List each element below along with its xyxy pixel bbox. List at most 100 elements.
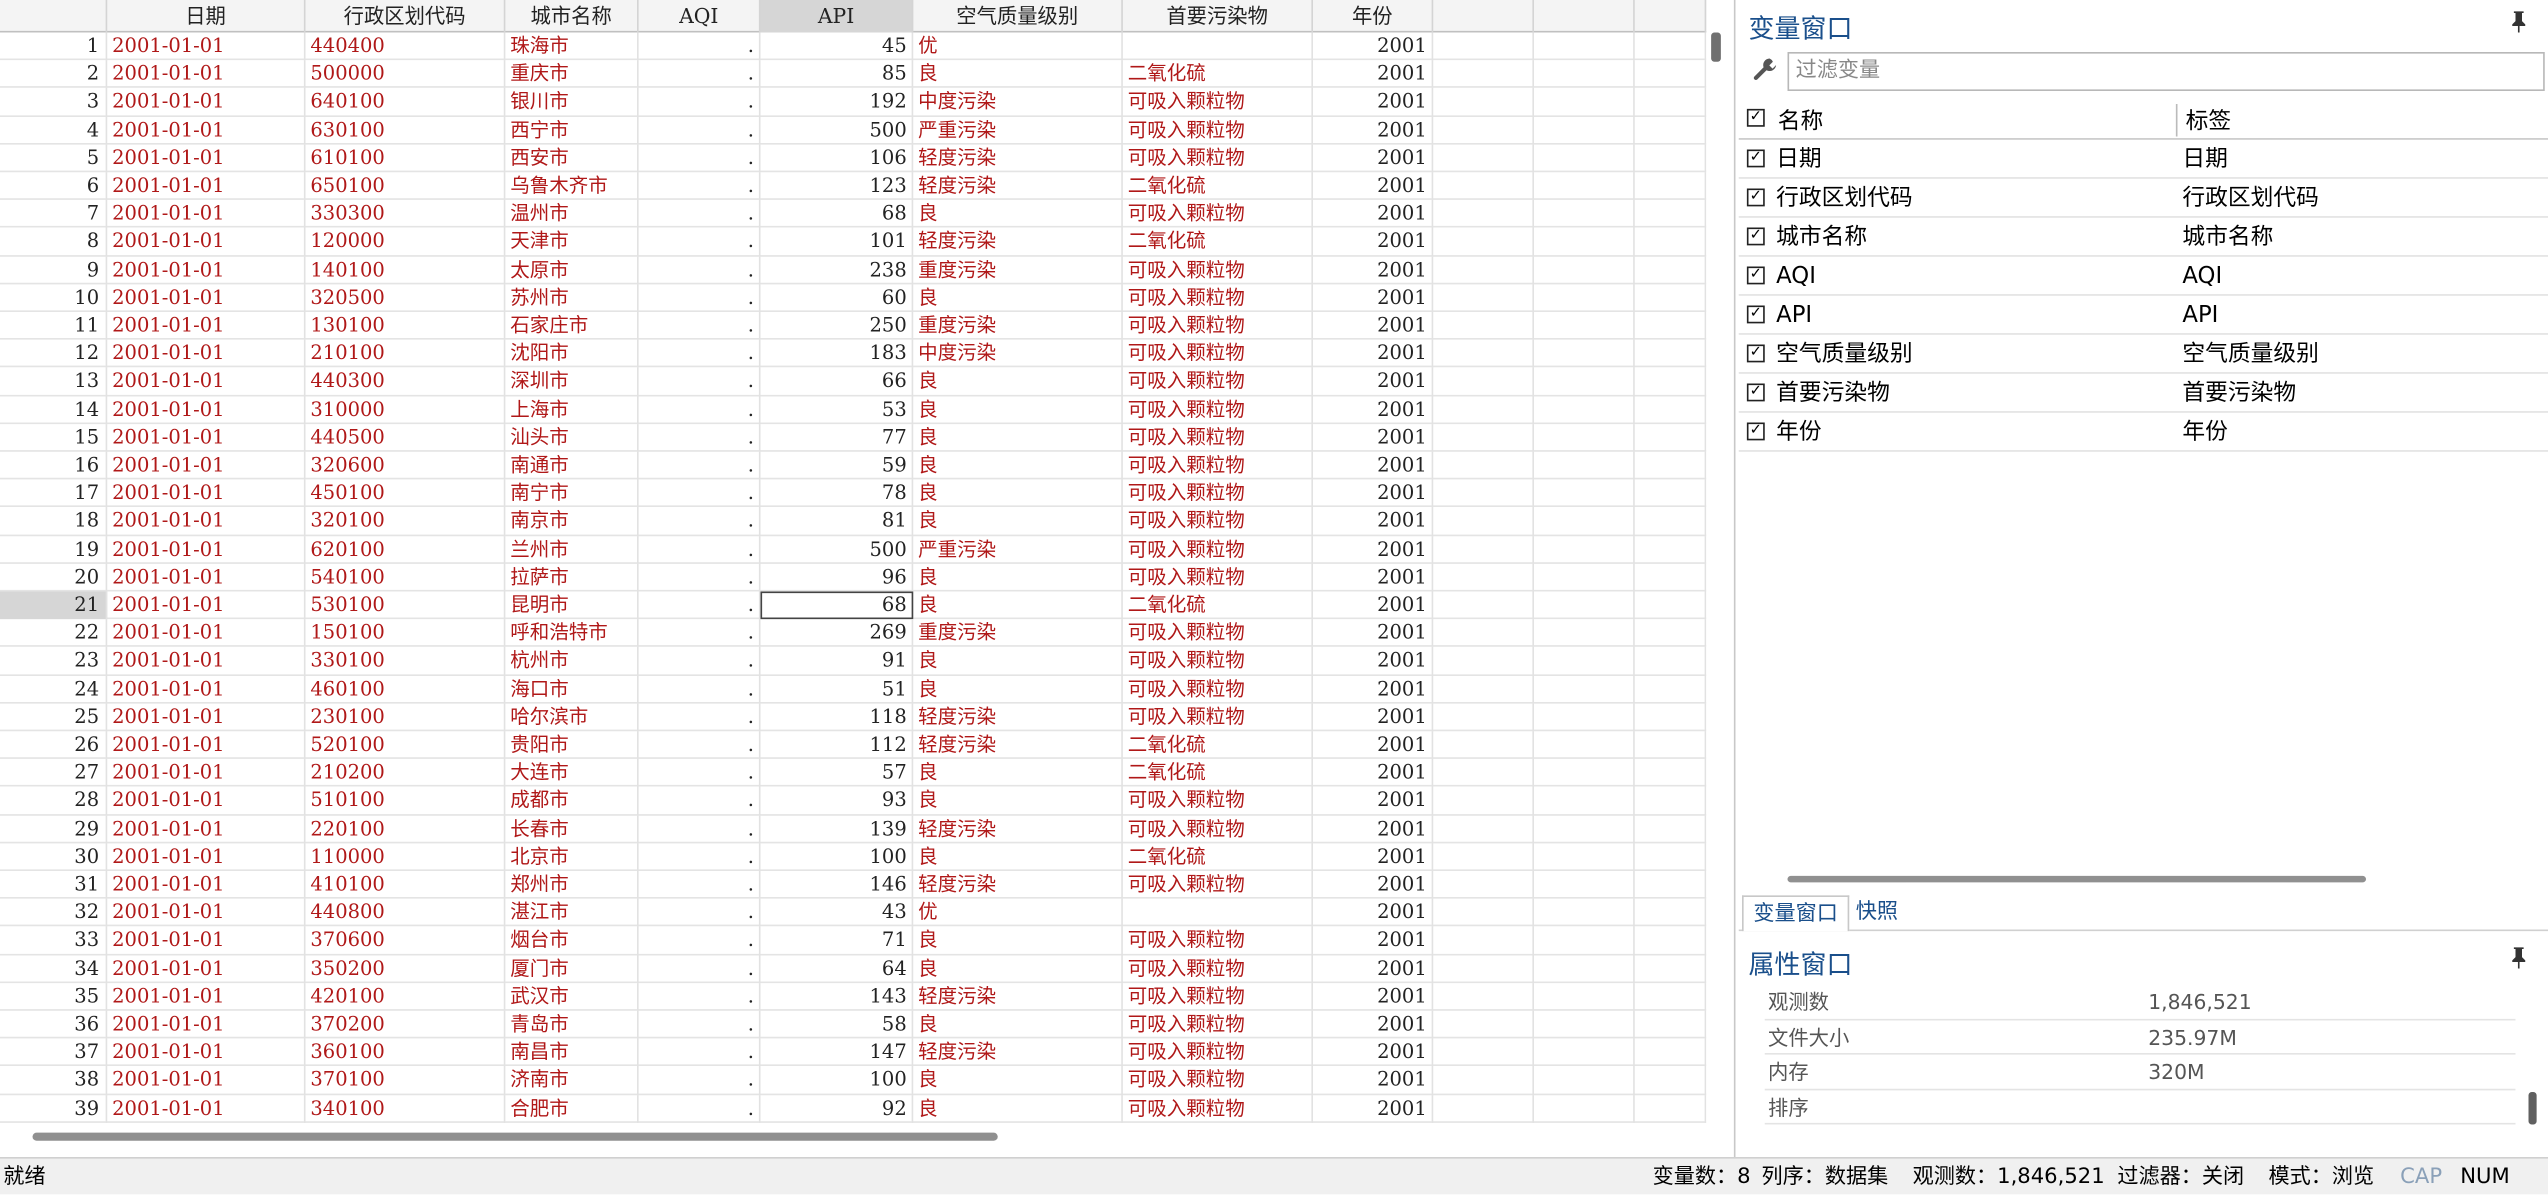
- cell-date[interactable]: 2001-01-01: [107, 312, 306, 340]
- cell-empty[interactable]: [1433, 731, 1534, 760]
- table-row[interactable]: 39 2001-01-01 340100 合肥市. 92 良可吸入颗粒物 2001: [0, 1094, 1707, 1123]
- filter-variables-input[interactable]: 过滤变量: [1787, 52, 2545, 91]
- column-splitter[interactable]: [2175, 104, 2178, 137]
- cell-city-name[interactable]: 济南市: [505, 1066, 639, 1095]
- cell-air-quality-level[interactable]: 优: [913, 898, 1123, 927]
- table-row[interactable]: 29 2001-01-01 220100 长春市. 139 轻度污染 可吸入颗粒物 2001: [0, 815, 1707, 844]
- variable-checkbox[interactable]: ✓: [1746, 344, 1765, 363]
- cell-date[interactable]: 2001-01-01: [107, 731, 306, 760]
- cell-air-quality-level[interactable]: 良: [913, 1094, 1123, 1123]
- cell-air-quality-level[interactable]: 良: [913, 60, 1123, 89]
- cell-city-name[interactable]: 长春市: [505, 815, 639, 844]
- cell-empty[interactable]: [1635, 787, 1707, 816]
- cell-date[interactable]: 2001-01-01: [107, 843, 306, 871]
- cell-admin-code[interactable]: 540100: [306, 563, 506, 592]
- cell-empty[interactable]: [1433, 507, 1534, 536]
- cell-empty[interactable]: [1534, 172, 1635, 201]
- cell-aqi[interactable]: .: [639, 1038, 761, 1067]
- cell-empty[interactable]: [1534, 731, 1635, 760]
- cell-empty[interactable]: [1433, 954, 1534, 983]
- cell-year[interactable]: 2001: [1313, 954, 1434, 983]
- variable-row[interactable]: ✓ 日期 日期: [1738, 140, 2548, 179]
- cell-empty[interactable]: [1433, 675, 1534, 704]
- cell-empty[interactable]: [1534, 787, 1635, 816]
- select-all-checkbox[interactable]: ✓: [1746, 108, 1765, 127]
- cell-air-quality-level[interactable]: 严重污染: [913, 116, 1123, 145]
- cell-primary-pollutant[interactable]: 可吸入颗粒物: [1123, 284, 1313, 312]
- cell-api[interactable]: 143: [761, 982, 914, 1011]
- cell-api[interactable]: 96: [761, 563, 914, 592]
- cell-city-name[interactable]: 沈阳市: [505, 339, 639, 368]
- cell-date[interactable]: 2001-01-01: [107, 60, 306, 89]
- cell-date[interactable]: 2001-01-01: [107, 228, 306, 257]
- variable-row[interactable]: ✓ 空气质量级别 空气质量级别: [1738, 335, 2548, 374]
- column-header-air-quality-level[interactable]: 空气质量级别: [913, 0, 1123, 33]
- cell-admin-code[interactable]: 330300: [306, 200, 506, 229]
- cell-aqi[interactable]: .: [639, 787, 761, 816]
- cell-aqi[interactable]: .: [639, 731, 761, 760]
- cell-air-quality-level[interactable]: 良: [913, 479, 1123, 508]
- cell-city-name[interactable]: 乌鲁木齐市: [505, 172, 639, 201]
- cell-year[interactable]: 2001: [1313, 312, 1434, 340]
- cell-air-quality-level[interactable]: 重度污染: [913, 256, 1123, 285]
- cell-air-quality-level[interactable]: 良: [913, 451, 1123, 480]
- cell-admin-code[interactable]: 650100: [306, 172, 506, 201]
- cell-city-name[interactable]: 石家庄市: [505, 312, 639, 340]
- cell-empty[interactable]: [1534, 647, 1635, 676]
- cell-empty[interactable]: [1635, 591, 1707, 620]
- cell-api[interactable]: 500: [761, 116, 914, 145]
- cell-air-quality-level[interactable]: 良: [913, 367, 1123, 396]
- cell-date[interactable]: 2001-01-01: [107, 954, 306, 983]
- grid-body[interactable]: 1 2001-01-01 440400 珠海市. 45 优 2001 2 2001-01-01 5…: [0, 32, 1707, 1125]
- row-number[interactable]: 25: [0, 703, 108, 732]
- cell-empty[interactable]: [1534, 898, 1635, 927]
- cell-primary-pollutant[interactable]: 可吸入颗粒物: [1123, 954, 1313, 983]
- cell-primary-pollutant[interactable]: 可吸入颗粒物: [1123, 563, 1313, 592]
- cell-air-quality-level[interactable]: 良: [913, 395, 1123, 424]
- cell-city-name[interactable]: 哈尔滨市: [505, 703, 639, 732]
- cell-empty[interactable]: [1433, 898, 1534, 927]
- cell-empty[interactable]: [1433, 228, 1534, 257]
- cell-empty[interactable]: [1534, 871, 1635, 899]
- cell-primary-pollutant[interactable]: 可吸入颗粒物: [1123, 675, 1313, 704]
- cell-empty[interactable]: [1635, 535, 1707, 564]
- cell-empty[interactable]: [1635, 563, 1707, 592]
- cell-empty[interactable]: [1534, 228, 1635, 257]
- cell-aqi[interactable]: .: [639, 619, 761, 648]
- cell-city-name[interactable]: 昆明市: [505, 591, 639, 620]
- cell-air-quality-level[interactable]: 轻度污染: [913, 172, 1123, 201]
- table-row[interactable]: 35 2001-01-01 420100 武汉市. 143 轻度污染 可吸入颗粒物 2001: [0, 982, 1707, 1011]
- cell-city-name[interactable]: 上海市: [505, 395, 639, 424]
- cell-api[interactable]: 93: [761, 787, 914, 816]
- cell-admin-code[interactable]: 370100: [306, 1066, 506, 1095]
- cell-empty[interactable]: [1433, 759, 1534, 788]
- cell-admin-code[interactable]: 220100: [306, 815, 506, 844]
- row-number[interactable]: 20: [0, 563, 108, 592]
- cell-aqi[interactable]: .: [639, 871, 761, 899]
- row-number[interactable]: 37: [0, 1038, 108, 1067]
- cell-year[interactable]: 2001: [1313, 815, 1434, 844]
- cell-empty[interactable]: [1433, 535, 1534, 564]
- cell-date[interactable]: 2001-01-01: [107, 591, 306, 620]
- cell-api[interactable]: 64: [761, 954, 914, 983]
- cell-api[interactable]: 118: [761, 703, 914, 732]
- table-row[interactable]: 18 2001-01-01 320100 南京市. 81 良可吸入颗粒物 2001: [0, 507, 1707, 536]
- cell-year[interactable]: 2001: [1313, 619, 1434, 648]
- cell-aqi[interactable]: .: [639, 88, 761, 117]
- cell-air-quality-level[interactable]: 良: [913, 507, 1123, 536]
- cell-air-quality-level[interactable]: 良: [913, 1066, 1123, 1095]
- cell-admin-code[interactable]: 110000: [306, 843, 506, 871]
- variable-checkbox[interactable]: ✓: [1746, 266, 1765, 285]
- cell-api[interactable]: 146: [761, 871, 914, 899]
- cell-admin-code[interactable]: 120000: [306, 228, 506, 257]
- cell-primary-pollutant[interactable]: 可吸入颗粒物: [1123, 367, 1313, 396]
- cell-empty[interactable]: [1534, 535, 1635, 564]
- cell-empty[interactable]: [1635, 479, 1707, 508]
- cell-api[interactable]: 85: [761, 60, 914, 89]
- cell-api[interactable]: 45: [761, 32, 914, 61]
- cell-city-name[interactable]: 珠海市: [505, 32, 639, 61]
- cell-primary-pollutant[interactable]: 可吸入颗粒物: [1123, 926, 1313, 955]
- cell-admin-code[interactable]: 360100: [306, 1038, 506, 1067]
- grid-vertical-scrollbar[interactable]: [1711, 32, 1721, 62]
- table-row[interactable]: 16 2001-01-01 320600 南通市. 59 良可吸入颗粒物 2001: [0, 451, 1707, 480]
